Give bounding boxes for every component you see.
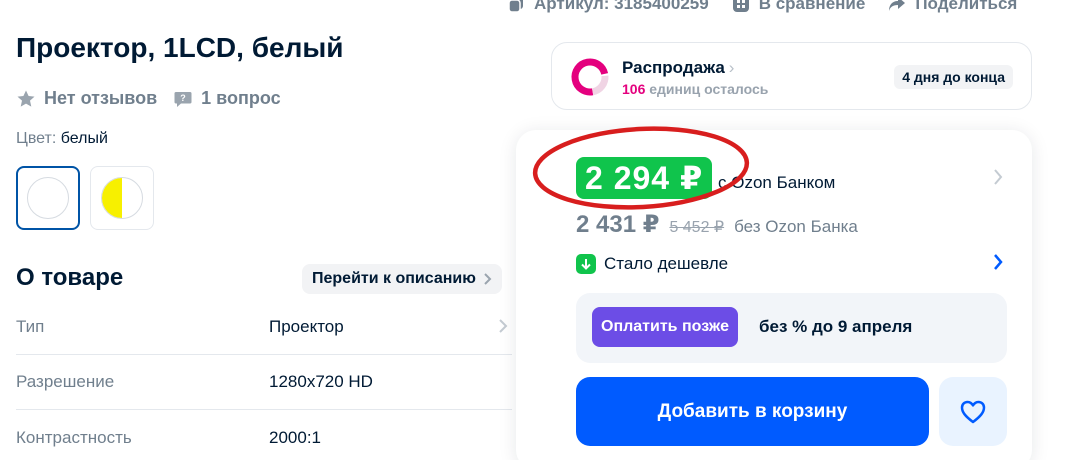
spec-value: 1280x720 HD <box>269 372 373 391</box>
sale-title: Распродажа › <box>622 58 734 78</box>
favorite-button[interactable] <box>939 377 1007 446</box>
without-ozon-bank-label: без Ozon Банка <box>734 217 858 236</box>
reviews-label: Нет отзывов <box>44 88 158 108</box>
spec-key: Тип <box>16 317 45 336</box>
add-to-cart-button[interactable]: Добавить в корзину <box>576 377 929 446</box>
red-annotation-ellipse <box>532 126 750 210</box>
chat-icon: ? <box>174 91 192 107</box>
sale-timer-badge: 4 дня до конца <box>894 65 1013 89</box>
color-swatches <box>16 166 154 230</box>
regular-price: 2 431 ₽ <box>576 211 660 238</box>
spec-value: Проектор <box>269 317 344 336</box>
rating-row: Нет отзывов ? 1 вопрос <box>16 88 281 109</box>
product-title: Проектор, 1LCD, белый <box>16 32 344 63</box>
specs-table: Тип Проектор Разрешение 1280x720 HD Конт… <box>16 300 512 460</box>
price-dropped-row[interactable]: Стало дешевле <box>576 254 728 274</box>
sale-count-suffix: единиц осталось <box>649 81 769 97</box>
product-meta-row: Артикул: 3185400259 В сравнение Поделить… <box>506 0 1017 14</box>
price-dropped-label: Стало дешевле <box>604 254 729 273</box>
swatch-white-yellow[interactable] <box>90 166 154 230</box>
sale-logo-icon <box>571 58 609 96</box>
swatch-white[interactable] <box>16 166 80 230</box>
swatch-white-circle <box>27 177 69 219</box>
color-label-prefix: Цвет: <box>16 130 57 147</box>
questions-link[interactable]: ? 1 вопрос <box>173 88 281 109</box>
chevron-right-icon: › <box>728 58 735 77</box>
copy-icon <box>508 0 523 13</box>
svg-text:?: ? <box>180 93 186 103</box>
spec-value: 2000:1 <box>269 427 321 447</box>
spec-row: Разрешение 1280x720 HD <box>16 355 512 410</box>
article-number[interactable]: Артикул: 3185400259 <box>506 0 709 14</box>
sale-banner[interactable]: Распродажа › 106 единиц осталось 4 дня до… <box>551 42 1032 110</box>
chevron-right-icon <box>484 273 492 285</box>
sale-remaining: 106 единиц осталось <box>622 81 768 97</box>
goto-description-button[interactable]: Перейти к описанию <box>302 264 502 294</box>
chevron-right-icon[interactable] <box>992 253 1004 271</box>
sale-title-text: Распродажа <box>622 58 725 77</box>
share-icon <box>889 0 906 11</box>
regular-price-line: 2 431 ₽ 5 452 ₽ без Ozon Банка <box>576 210 858 239</box>
goto-description-label: Перейти к описанию <box>312 270 476 287</box>
article-label: Артикул: 3185400259 <box>534 0 709 13</box>
reviews-link[interactable]: Нет отзывов <box>16 88 157 109</box>
spec-row[interactable]: Тип Проектор <box>16 300 512 355</box>
questions-label: 1 вопрос <box>201 88 281 108</box>
color-value: белый <box>60 130 108 147</box>
spec-row: Контрастность 2000:1 <box>16 410 512 460</box>
spec-key: Разрешение <box>16 372 115 391</box>
sale-count: 106 <box>622 81 646 97</box>
chevron-right-icon <box>499 319 508 333</box>
about-title: О товаре <box>16 264 124 291</box>
pay-later-button[interactable]: Оплатить позже <box>592 307 738 347</box>
old-price: 5 452 ₽ <box>669 219 725 236</box>
compare-link[interactable]: В сравнение <box>731 0 866 14</box>
heart-icon <box>960 400 986 423</box>
compare-icon <box>732 0 749 12</box>
swatch-yellow-circle <box>101 177 143 219</box>
star-icon <box>17 90 35 107</box>
color-label: Цвет: белый <box>16 130 108 148</box>
spec-key: Контрастность <box>16 427 132 447</box>
chevron-right-icon[interactable] <box>992 168 1004 186</box>
share-link[interactable]: Поделиться <box>887 0 1017 14</box>
pay-later-text: без % до 9 апреля <box>759 317 913 336</box>
arrow-down-icon <box>576 254 596 274</box>
compare-label: В сравнение <box>758 0 866 13</box>
share-label: Поделиться <box>915 0 1018 13</box>
pay-later-block[interactable]: Оплатить позже без % до 9 апреля <box>576 293 1007 363</box>
